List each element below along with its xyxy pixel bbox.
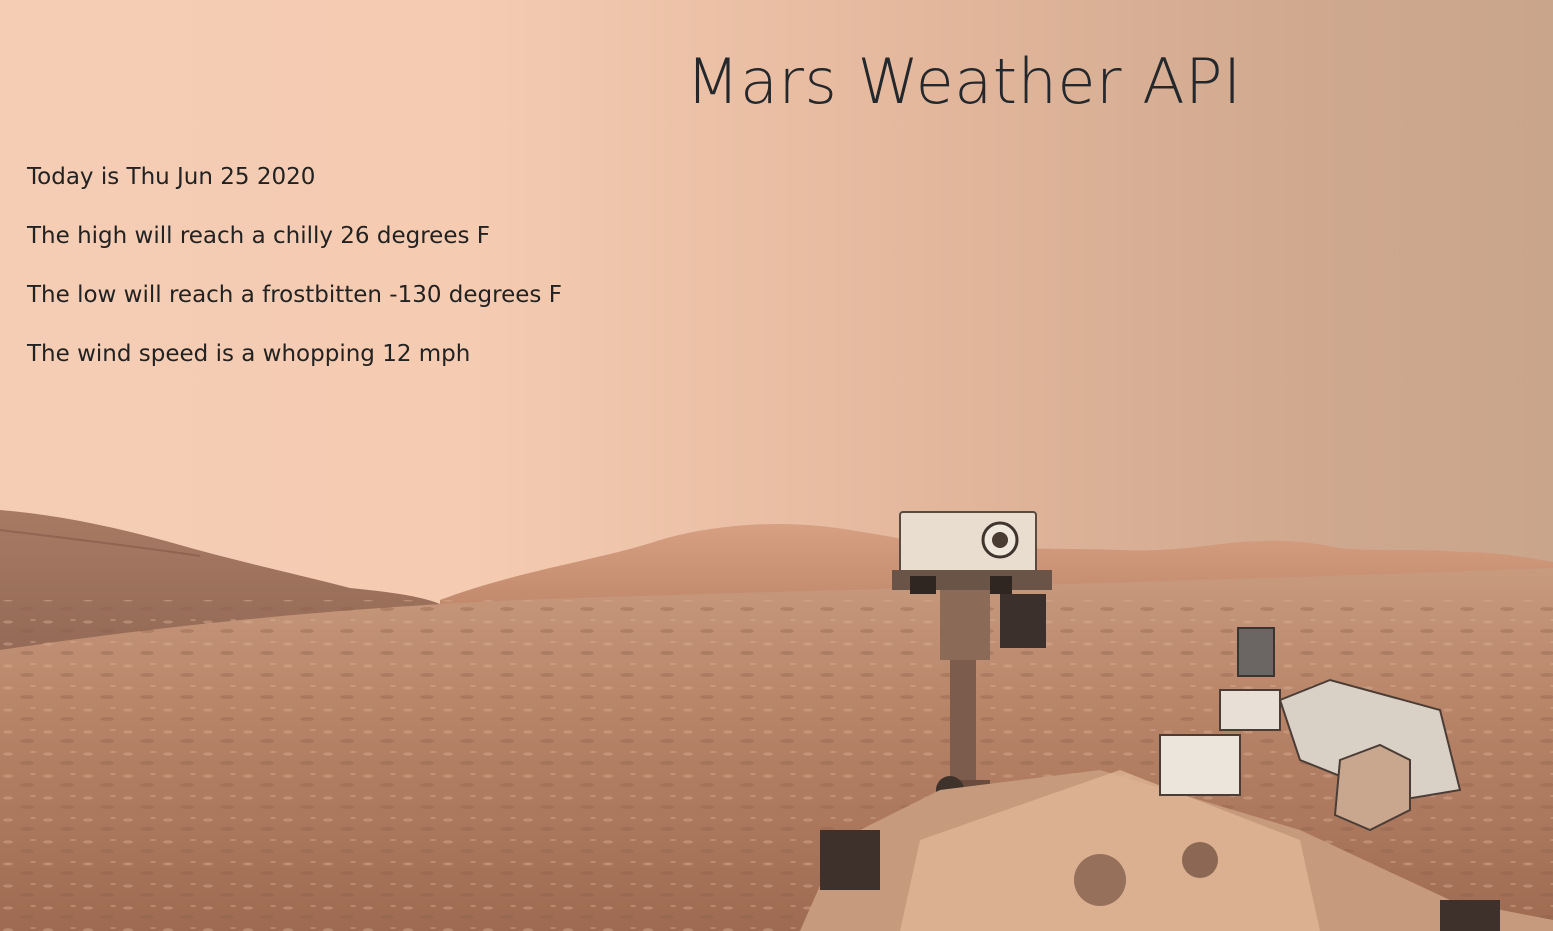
- low-temperature-line: The low will reach a frostbitten -130 de…: [27, 282, 562, 308]
- weather-report: Today is Thu Jun 25 2020 The high will r…: [27, 163, 562, 399]
- date-line: Today is Thu Jun 25 2020: [27, 164, 316, 190]
- mars-landscape-image: [0, 510, 1553, 931]
- page-title: Mars Weather API: [686, 45, 1242, 118]
- high-temperature-line: The high will reach a chilly 26 degrees …: [27, 223, 490, 249]
- wind-speed-line: The wind speed is a whopping 12 mph: [27, 341, 471, 367]
